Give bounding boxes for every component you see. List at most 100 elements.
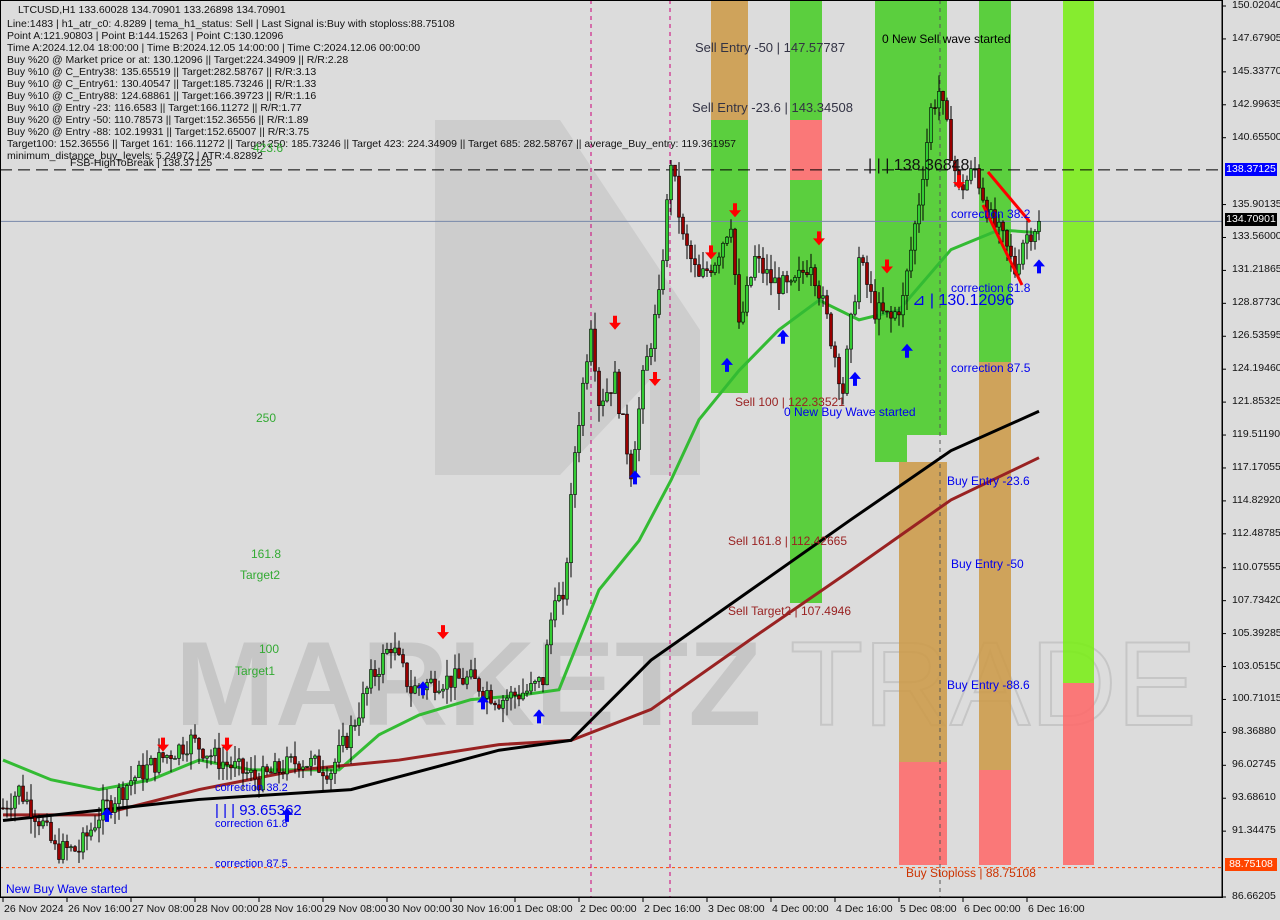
y-tick-label: 131.21865 [1232,263,1280,276]
candle-body [385,648,389,654]
candle-body [381,653,385,675]
candle-body [561,594,565,600]
candle-body [165,755,169,759]
candle-body [1029,234,1033,242]
candle-body [429,678,433,683]
candle-body [753,256,757,278]
sell-entry-50-label: Sell Entry -50 | 147.57787 [695,40,846,55]
y-tick-label: 119.51190 [1232,428,1280,441]
candle-body [717,256,721,266]
candle-body [245,772,249,774]
y-tick-label: 133.56000 [1232,230,1280,243]
info-line: Target100: 152.36556 || Target 161: 166.… [7,138,737,150]
candle-body [921,179,925,206]
signal-zone [790,120,822,180]
y-tick-label: 110.07555 [1232,560,1280,573]
candle-body [693,258,697,265]
candle-body [273,761,277,774]
candle-body [785,275,789,283]
candle-body [457,668,461,679]
candle-body [73,846,77,852]
buy-entry-886-label: Buy Entry -88.6 [947,678,1030,692]
x-tick-label: 30 Nov 00:00 [388,903,451,915]
candle-body [725,236,729,244]
candle-body [513,691,517,696]
candle-body [885,310,889,313]
candle-body [433,678,437,693]
candle-body [405,662,409,687]
candle-body [689,245,693,260]
info-line: Buy %10 @ C_Entry38: 135.65519 || Target… [7,66,317,78]
candle-body [793,277,797,282]
candle-body [293,756,297,765]
candle-body [17,785,21,797]
x-tick-label: 4 Dec 00:00 [772,903,829,915]
candle-body [105,799,109,802]
level-130-label: ⊿ | 130.12096 [912,292,1015,309]
candle-body [1033,231,1037,242]
x-tick-label: 4 Dec 16:00 [836,903,893,915]
candle-body [541,677,545,686]
candle-body [609,392,613,394]
sell-entry-236-label: Sell Entry -23.6 | 143.34508 [692,100,853,115]
correction-382-label: correction 38.2 [951,207,1031,221]
candle-body [157,752,161,773]
x-tick-label: 26 Nov 2024 [4,903,64,915]
candle-body [805,272,809,276]
sell-target2-label: Sell Target2 | 107.4946 [728,604,851,618]
candle-body [505,697,509,701]
candle-body [1,807,5,810]
correction-618-left-label: correction 61.8 [215,818,288,830]
candle-body [453,668,457,688]
candle-body [353,725,357,727]
candle-body [25,799,29,802]
candle-body [345,735,349,749]
candle-body [117,787,121,805]
candle-body [329,773,333,780]
buy-entry-236-label: Buy Entry -23.6 [947,474,1030,488]
candle-body [941,91,945,101]
y-tick-label: 93.68610 [1232,791,1276,804]
candle-body [253,769,257,780]
candle-body [153,757,157,773]
candle-body [217,747,221,769]
candle-body [125,785,129,800]
candle-body [865,262,869,285]
candle-body [945,100,949,120]
candle-body [61,841,65,860]
candle-body [665,199,669,261]
x-tick-label: 28 Nov 00:00 [196,903,259,915]
stoploss-price-tag: 88.75108 [1225,858,1277,871]
candle-body [789,280,793,283]
x-tick-label: 6 Dec 00:00 [964,903,1021,915]
candle-body [569,494,573,564]
y-tick-label: 121.85325 [1232,395,1280,408]
y-tick-label: 114.82920 [1232,493,1280,506]
candle-body [21,785,25,802]
candle-body [509,691,513,699]
candle-body [137,764,141,778]
candle-body [889,311,893,319]
candle-body [465,676,469,685]
new-buy-wave-label: 0 New Buy Wave started [784,405,916,419]
candle-body [369,669,373,689]
y-tick-label: 126.53595 [1232,329,1280,342]
candle-body [857,257,861,303]
candle-body [177,744,181,759]
candle-body [813,267,817,287]
candle-body [737,274,741,323]
candle-body [225,761,229,766]
candle-body [53,840,57,845]
candle-body [825,295,829,315]
candle-body [621,413,625,416]
candle-body [973,168,977,170]
y-tick-label: 117.17055 [1232,460,1280,473]
candle-body [501,700,505,709]
candle-body [173,758,177,760]
candle-body [205,755,209,759]
candle-body [833,345,837,358]
candle-body [389,648,393,654]
y-tick-label: 142.99635 [1232,97,1280,110]
candle-body [677,175,681,218]
candle-body [949,119,953,161]
